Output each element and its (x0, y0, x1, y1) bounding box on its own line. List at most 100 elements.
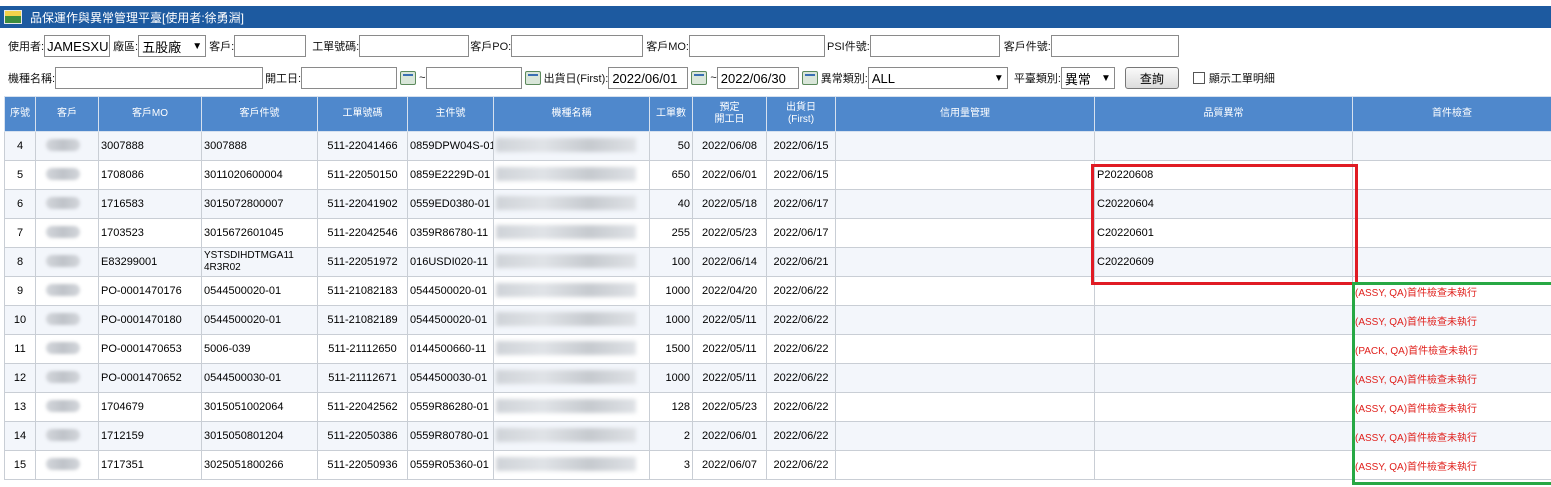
cell-planned-start: 2022/05/11 (692, 334, 767, 364)
platform-type-select[interactable]: 異常 ▼ (1060, 67, 1115, 89)
cell-main-part: 0859DPW04S-01 (407, 131, 494, 161)
calendar-icon[interactable] (400, 71, 417, 85)
redacted-value (496, 253, 636, 268)
cell-first-article-check: (PACK, QA)首件檢查未執行 (1352, 334, 1551, 364)
cell-planned-start: 2022/05/18 (692, 189, 767, 219)
col-model-name[interactable]: 機種名稱 (493, 96, 650, 132)
cell-quality-abnormal (1094, 363, 1353, 393)
col-main-part[interactable]: 主件號 (407, 96, 494, 132)
table-row[interactable]: 15 1717351 3025051800266 511-22050936 0559R0… (4, 450, 1551, 480)
psi-part-input[interactable] (869, 35, 1000, 57)
plant-select[interactable]: 五股廠 ▼ (138, 35, 207, 57)
cell-first-article-check: (ASSY, QA)首件檢查未執行 (1352, 305, 1551, 335)
table-row[interactable]: 9 PO-0001470176 0544500020-01 511-21082183 0… (4, 276, 1551, 306)
abnormal-type-select[interactable]: ALL ▼ (867, 67, 1008, 89)
redacted-value (46, 312, 80, 325)
cell-planned-start: 2022/06/01 (692, 160, 767, 190)
start-date-from-input[interactable] (301, 67, 398, 89)
user-field[interactable]: JAMESXU (44, 35, 111, 57)
table-row[interactable]: 8 E83299001 YSTSDIHDTMGA11 4R3R02 511-22051… (4, 247, 1551, 277)
col-customer-mo[interactable]: 客戶MO (98, 96, 202, 132)
calendar-icon[interactable] (691, 71, 708, 85)
chevron-down-icon: ▼ (192, 40, 203, 52)
customer-part-input[interactable] (1050, 35, 1179, 57)
show-detail-label: 顯示工單明細 (1208, 73, 1275, 85)
col-customer[interactable]: 客戶 (35, 96, 99, 132)
redacted-value (46, 138, 80, 151)
col-first-article-check[interactable]: 首件檢查 (1352, 96, 1551, 132)
work-order-input[interactable] (359, 35, 470, 57)
cell-seq: 14 (4, 421, 36, 451)
redacted-value (46, 225, 80, 238)
table-header-row: 序號 客戶 客戶MO 客戶件號 工單號碼 主件號 機種名稱 工單數 預定 開工日… (4, 96, 1551, 132)
table-row[interactable]: 12 PO-0001470652 0544500030-01 511-21112671… (4, 363, 1551, 393)
cell-ship-first: 2022/06/22 (766, 363, 836, 393)
cell-work-order: 511-22042546 (317, 218, 408, 248)
cell-customer-part: YSTSDIHDTMGA11 4R3R02 (201, 247, 318, 277)
calendar-icon[interactable] (524, 71, 541, 85)
col-seq[interactable]: 序號 (4, 96, 36, 132)
filter-row-1: 使用者: JAMESXU 廠區: 五股廠 ▼ 客戶: 工單號碼: 客戶PO: 客… (0, 32, 1551, 60)
cell-main-part: 016USDI020-11 (407, 247, 494, 277)
col-ship-first[interactable]: 出貨日 (First) (766, 96, 836, 132)
cell-customer-part: 3007888 (201, 131, 318, 161)
cell-first-article-check: (ASSY, QA)首件檢查未執行 (1352, 392, 1551, 422)
cell-seq: 15 (4, 450, 36, 480)
cell-customer-mo: PO-0001470180 (98, 305, 202, 335)
table-row[interactable]: 10 PO-0001470180 0544500020-01 511-21082189… (4, 305, 1551, 335)
table-row[interactable]: 4 3007888 3007888 511-22041466 0859DPW04S-01… (4, 131, 1551, 161)
col-quality-abnormal[interactable]: 品質異常 (1094, 96, 1353, 132)
customer-part-label: 客戶件號: (1003, 41, 1051, 53)
show-detail-checkbox[interactable] (1192, 72, 1205, 84)
cell-quality-abnormal (1094, 450, 1353, 480)
ship-date-from-input[interactable]: 2022/06/01 (608, 67, 689, 89)
table-row[interactable]: 5 1708086 3011020600004 511-22050150 0859E22… (4, 160, 1551, 190)
cell-model-name (493, 160, 650, 190)
cell-customer-part: 0544500030-01 (201, 363, 318, 393)
table-row[interactable]: 7 1703523 3015672601045 511-22042546 0359R86… (4, 218, 1551, 248)
customer-input[interactable] (234, 35, 307, 57)
start-date-label: 開工日: (265, 73, 302, 85)
cell-qty: 40 (649, 189, 693, 219)
cell-model-name (493, 392, 650, 422)
col-work-order[interactable]: 工單號碼 (317, 96, 408, 132)
table-row[interactable]: 11 PO-0001470653 5006-039 511-21112650 01445… (4, 334, 1551, 364)
cell-planned-start: 2022/05/11 (692, 305, 767, 335)
cell-customer-part: 0544500020-01 (201, 305, 318, 335)
cell-customer (35, 363, 99, 393)
table-row[interactable]: 13 1704679 3015051002064 511-22042562 0559R8… (4, 392, 1551, 422)
redacted-value (496, 195, 636, 210)
filter-row-2: 機種名稱: 開工日: ~ 出貨日(First): 2022/06/01 ~ 20… (0, 64, 1551, 92)
start-date-to-input[interactable] (425, 67, 522, 89)
cell-planned-start: 2022/06/07 (692, 450, 767, 480)
query-button[interactable]: 查詢 (1124, 67, 1179, 89)
ship-date-to-input[interactable]: 2022/06/30 (716, 67, 799, 89)
cell-planned-start: 2022/06/01 (692, 421, 767, 451)
cell-first-article-check: (ASSY, QA)首件檢查未執行 (1352, 421, 1551, 451)
cell-first-article-check (1352, 131, 1551, 161)
redacted-value (496, 369, 636, 384)
customer-po-input[interactable] (511, 35, 644, 57)
cell-ship-first: 2022/06/15 (766, 160, 836, 190)
model-name-input[interactable] (55, 67, 264, 89)
table-row[interactable]: 6 1716583 3015072800007 511-22041902 0559ED0… (4, 189, 1551, 219)
cell-customer (35, 334, 99, 364)
cell-work-order: 511-22050386 (317, 421, 408, 451)
customer-mo-input[interactable] (688, 35, 825, 57)
col-qty[interactable]: 工單數 (649, 96, 693, 132)
cell-customer (35, 189, 99, 219)
calendar-icon[interactable] (801, 71, 818, 85)
cell-first-article-check (1352, 189, 1551, 219)
table-row[interactable]: 14 1712159 3015050801204 511-22050386 0559R8… (4, 421, 1551, 451)
col-customer-part[interactable]: 客戶件號 (201, 96, 318, 132)
redacted-value (46, 196, 80, 209)
col-planned-start[interactable]: 預定 開工日 (692, 96, 767, 132)
customer-mo-label: 客戶MO: (646, 41, 689, 53)
cell-credit-mgmt (835, 363, 1095, 393)
redacted-value (496, 282, 636, 297)
col-credit-mgmt[interactable]: 信用量管理 (835, 96, 1095, 132)
cell-first-article-check (1352, 247, 1551, 277)
cell-customer (35, 305, 99, 335)
redacted-value (46, 428, 80, 441)
cell-main-part: 0359R86780-11 (407, 218, 494, 248)
